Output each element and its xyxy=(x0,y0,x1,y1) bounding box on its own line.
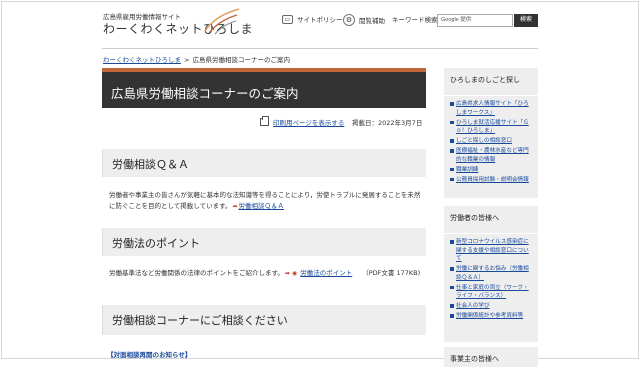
header-divider xyxy=(102,48,538,49)
bullet-icon xyxy=(450,285,454,289)
sidebar-item-label: 医療福祉・農林水産など専門的な職業の情報 xyxy=(456,148,529,163)
link-arrow-icon: ➡ xyxy=(232,203,238,210)
section-text-law-points: 労働基準法など労働関係の法律のポイントをご紹介します。➡ ◉ 労働法のポイント （P… xyxy=(109,268,421,279)
sidebar-item-label: 新型コロナウイルス感染症に関する支援や相談窓口について xyxy=(456,239,529,262)
qa-link[interactable]: 労働相談Ｑ＆Ａ xyxy=(239,202,285,210)
sidebar-heading: 事業主の皆様へ xyxy=(444,347,538,375)
bullet-icon xyxy=(450,177,454,181)
sidebar-item-label: ひろしま就活応援サイト「Ｇｏ！ひろしま」 xyxy=(456,119,529,135)
bullet-icon xyxy=(450,102,454,106)
breadcrumb: わーくわくネットひろしま > 広島県労働相談コーナーのご案内 xyxy=(103,54,290,64)
document-icon: ▭ xyxy=(282,14,293,24)
bullet-icon xyxy=(450,149,454,153)
page-title: 広島県労働相談コーナーのご案内 xyxy=(111,86,299,101)
sidebar-item[interactable]: 公務員採用試験・説明会情報 xyxy=(450,176,534,185)
sidebar-workers: 労働者の皆様へ 新型コロナウイルス感染症に関する支援や相談窓口について 労働に関… xyxy=(444,206,538,342)
sidebar-item[interactable]: 労働に関するお悩み（労働相談Ｑ＆Ａ） xyxy=(450,265,534,282)
search-button[interactable]: 検索 xyxy=(514,14,538,27)
sidebar-item-label: 仕事と家庭の両立（ワーク・ライフ・バランス） xyxy=(456,284,529,300)
gear-icon: ⚙ xyxy=(343,14,355,26)
section-heading-text: 労働相談コーナーにご相談ください xyxy=(112,314,288,327)
logo-swoosh-icon xyxy=(204,8,240,35)
print-link-label: 印刷用ページを表示する xyxy=(273,119,345,127)
breadcrumb-separator: > xyxy=(184,56,190,64)
sidebar-item[interactable]: ひろしま就活応援サイト「Ｇｏ！ひろしま」 xyxy=(450,119,534,136)
sidebar-item[interactable]: 職業訓練 xyxy=(450,166,534,175)
reading-assist-link[interactable]: ⚙ 閲覧補助 xyxy=(343,14,385,26)
sidebar-item-label: 広島県求人情報サイト「ひろしまワークス」 xyxy=(456,101,529,116)
printer-icon xyxy=(260,116,269,126)
reading-assist-label: 閲覧補助 xyxy=(359,17,385,25)
published-date: 掲載日：2022年3月7日 xyxy=(352,119,423,127)
sidebar-item[interactable]: 労働関係統計や参考資料等 xyxy=(450,312,534,321)
site-header: 広島県雇用労働情報サイト わーくわくネットひろしま ▭ サイトポリシー ⚙ 閲覧… xyxy=(0,0,640,44)
sidebar-item-label: しごと探しの相談窓口 xyxy=(456,138,512,144)
link-arrow-icon: ➡ xyxy=(284,270,290,277)
print-page-link[interactable]: 印刷用ページを表示する xyxy=(260,116,345,127)
section-heading-law-points: 労働法のポイント xyxy=(102,228,426,256)
sidebar-item[interactable]: 広島県求人情報サイト「ひろしまワークス」 xyxy=(450,100,534,117)
sidebar-item[interactable]: 医療福祉・農林水産など専門的な職業の情報 xyxy=(450,147,534,164)
bullet-icon xyxy=(450,167,454,171)
breadcrumb-home-link[interactable]: わーくわくネットひろしま xyxy=(103,56,181,64)
section-heading-text: 労働法のポイント xyxy=(112,237,200,250)
page-title-banner: 広島県労働相談コーナーのご案内 xyxy=(102,68,426,108)
sidebar-item-label: 労働関係統計や参考資料等 xyxy=(456,313,524,319)
sidebar-job-search: ひろしまのしごと探し 広島県求人情報サイト「ひろしまワークス」 ひろしま就活応援… xyxy=(444,68,538,198)
sidebar-item-label: 社会人の学び xyxy=(456,303,490,309)
bullet-icon xyxy=(450,139,454,143)
pdf-icon: ◉ xyxy=(291,270,298,277)
sidebar-heading: ひろしまのしごと探し xyxy=(444,68,538,96)
breadcrumb-current: 広島県労働相談コーナーのご案内 xyxy=(192,56,290,64)
keyword-search-label: キーワード検索 xyxy=(392,16,438,24)
site-policy-label: サイトポリシー xyxy=(297,16,343,24)
sidebar-item-label: 公務員採用試験・説明会情報 xyxy=(456,176,529,183)
sidebar-item[interactable]: 新型コロナウイルス感染症に関する支援や相談窓口について xyxy=(450,238,534,264)
bullet-icon xyxy=(450,240,454,244)
pdf-file-info: （PDF文書 177KB) xyxy=(362,269,421,277)
bullet-icon xyxy=(450,314,454,318)
bullet-icon xyxy=(450,304,454,308)
sidebar-item-label: 労働に関するお悩み（労働相談Ｑ＆Ａ） xyxy=(456,266,529,281)
sidebar-list: 新型コロナウイルス感染症に関する支援や相談窓口について 労働に関するお悩み（労働… xyxy=(444,234,538,328)
bullet-icon xyxy=(450,120,454,124)
law-points-description: 労働基準法など労働関係の法律のポイントをご紹介します。 xyxy=(109,269,284,277)
sidebar-item-label: 職業訓練 xyxy=(456,166,479,173)
sidebar-item[interactable]: しごと探しの相談窓口 xyxy=(450,137,534,146)
section-text-qa: 労働者や事業主の皆さんが気軽に基本的な法知識等を得ることにより，労使トラブルに発… xyxy=(109,190,421,212)
law-points-pdf-link[interactable]: 労働法のポイント xyxy=(300,269,352,277)
sidebar-item[interactable]: 社会人の学び xyxy=(450,302,534,311)
site-policy-link[interactable]: ▭ サイトポリシー xyxy=(282,14,343,24)
section-heading-text: 労働相談Ｑ＆Ａ xyxy=(112,158,189,171)
section-heading-qa: 労働相談Ｑ＆Ａ xyxy=(102,149,426,177)
sidebar-employers: 事業主の皆様へ xyxy=(444,347,538,375)
sidebar-list: 広島県求人情報サイト「ひろしまワークス」 ひろしま就活応援サイト「Ｇｏ！ひろしま… xyxy=(444,96,538,192)
search-input[interactable]: Google 提供 xyxy=(437,14,513,27)
notice-heading: 【対面相談再開のお知らせ】 xyxy=(107,351,192,359)
bullet-icon xyxy=(450,267,454,271)
sidebar-heading: 労働者の皆様へ xyxy=(444,206,538,234)
section-heading-consult: 労働相談コーナーにご相談ください xyxy=(102,305,426,335)
sidebar-item[interactable]: 仕事と家庭の両立（ワーク・ライフ・バランス） xyxy=(450,284,534,301)
